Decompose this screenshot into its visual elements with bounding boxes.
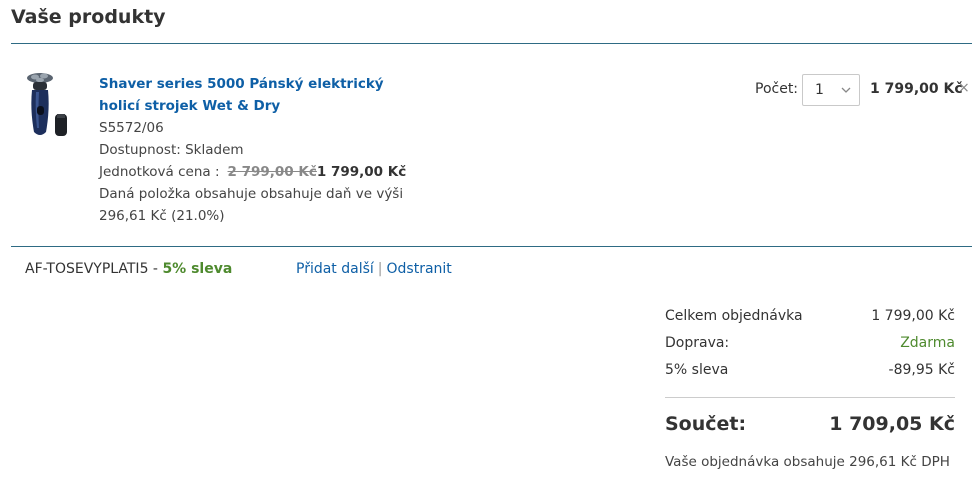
summary-divider (665, 397, 955, 398)
vat-note: Vaše objednávka obsahuje 296,61 Kč DPH (665, 454, 950, 470)
divider-middle (11, 246, 972, 247)
coupon-code: AF-TOSEVYPLATI5 (25, 261, 149, 277)
product-tax-note: Daná položka obsahuje obsahuje daň ve vý… (99, 186, 404, 224)
new-price: 1 799,00 Kč (316, 164, 407, 180)
product-availability: Dostupnost: Skladem (99, 142, 244, 158)
product-title-link[interactable]: Shaver series 5000 Pánský elektrický hol… (99, 73, 409, 117)
coupon-info: AF-TOSEVYPLATI5 - 5% sleva (25, 261, 232, 277)
summary-label: Doprava: (665, 335, 730, 351)
quantity-label: Počet: (755, 81, 799, 97)
total-label: Součet: (665, 413, 747, 435)
line-total: 1 799,00 Kč (870, 81, 963, 97)
summary-row-shipping: Doprava: Zdarma (665, 335, 955, 362)
quantity-value: 1 (815, 82, 824, 98)
old-price: 2 799,00 Kč (227, 164, 317, 180)
coupon-separator: - (148, 261, 163, 277)
summary-row-discount: 5% sleva -89,95 Kč (665, 362, 955, 389)
summary-label: 5% sleva (665, 362, 729, 378)
summary-value: Zdarma (900, 335, 955, 351)
cart-page: Vaše produkty Shaver series 5000 Pánský … (0, 0, 977, 479)
summary-label: Celkem objednávka (665, 308, 803, 324)
summary-row-subtotal: Celkem objednávka 1 799,00 Kč (665, 308, 955, 335)
product-sku: S5572/06 (99, 120, 164, 136)
electric-shaver-image[interactable] (24, 70, 72, 142)
unit-price-line: Jednotková cena : 2 799,00 Kč1 799,00 Kč (99, 161, 419, 183)
coupon-actions-divider: | (377, 261, 383, 277)
section-title: Vaše produkty (11, 6, 166, 28)
summary-value: -89,95 Kč (888, 362, 955, 378)
add-coupon-link[interactable]: Přidat další (296, 261, 374, 277)
total-value: 1 709,05 Kč (829, 413, 955, 435)
order-summary: Celkem objednávka 1 799,00 Kč Doprava: Z… (665, 308, 955, 389)
chevron-down-icon (841, 87, 851, 93)
product-details: Shaver series 5000 Pánský elektrický hol… (99, 73, 419, 227)
remove-coupon-link[interactable]: Odstranit (387, 261, 452, 277)
unit-price-label: Jednotková cena : (99, 164, 220, 180)
coupon-actions: Přidat další | Odstranit (296, 261, 452, 277)
quantity-select[interactable]: 1 (802, 74, 860, 106)
coupon-discount: 5% sleva (162, 261, 233, 277)
remove-item-icon[interactable]: × (958, 80, 970, 96)
summary-value: 1 799,00 Kč (871, 308, 955, 324)
divider-top (11, 43, 972, 44)
